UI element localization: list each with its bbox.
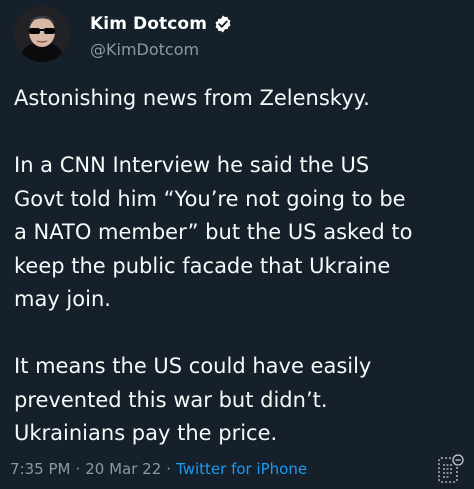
- meta-separator: ·: [166, 460, 172, 478]
- tweet-text-line: may join.: [14, 287, 111, 311]
- tweet-card: Kim Dotcom @KimDotcom Astonishing news f…: [0, 0, 474, 489]
- tweet-text-line: In a CNN Interview he said the US: [14, 153, 370, 177]
- avatar-image: [14, 6, 70, 62]
- tweet-text-line: Ukrainians pay the price.: [14, 421, 278, 445]
- author-name-row: Kim Dotcom: [90, 12, 233, 36]
- tweet-text-line: Astonishing news from Zelenskyy.: [14, 86, 370, 110]
- meta-separator: ·: [75, 460, 81, 478]
- tweet-text-line: It means the US could have easily: [14, 354, 372, 378]
- tweet-meta: 7:35 PM · 20 Mar 22 · Twitter for iPhone: [10, 460, 307, 478]
- tweet-time[interactable]: 7:35 PM: [10, 460, 70, 478]
- verified-badge-icon: [213, 14, 233, 34]
- author-handle[interactable]: @KimDotcom: [90, 40, 199, 59]
- tweet-text-line: Govt told him “You’re not going to be: [14, 186, 406, 211]
- tweet-text-line: keep the public facade that Ukraine: [14, 253, 391, 278]
- tweet-text-line: prevented this war but didn’t.: [14, 387, 328, 412]
- display-name[interactable]: Kim Dotcom: [90, 14, 207, 34]
- avatar[interactable]: [14, 6, 70, 62]
- tweet-text-line: a NATO member” but the US asked to: [14, 220, 413, 244]
- tweet-source-link[interactable]: Twitter for iPhone: [176, 460, 307, 478]
- tweet-text: Astonishing news from Zelenskyy. In a CN…: [14, 82, 472, 451]
- tweet-date[interactable]: 20 Mar 22: [85, 460, 161, 478]
- reader-mode-icon[interactable]: [436, 452, 466, 484]
